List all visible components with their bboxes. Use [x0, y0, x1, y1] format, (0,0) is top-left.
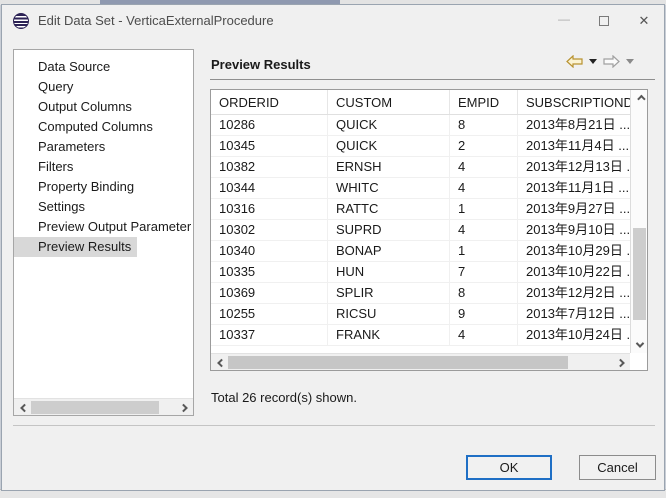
table-row[interactable]: 10255 RICSU 9 2013年7月12日 ... — [211, 304, 647, 325]
vertical-scrollbar-thumb[interactable] — [633, 228, 646, 320]
table-header-row: ORDERID CUSTOM EMPID SUBSCRIPTIOND — [211, 90, 647, 115]
sidebar-item-output-columns[interactable]: Output Columns — [14, 97, 193, 117]
eclipse-app-icon — [13, 13, 29, 29]
sidebar-item-settings[interactable]: Settings — [14, 197, 193, 217]
table-row[interactable]: 10316 RATTC 1 2013年9月27日 ... — [211, 199, 647, 220]
table-row[interactable]: 10340 BONAP 1 2013年10月29日 .. — [211, 241, 647, 262]
table-row[interactable]: 10344 WHITC 4 2013年11月1日 ... — [211, 178, 647, 199]
back-arrow-icon[interactable] — [566, 55, 583, 68]
sidebar-item-filters[interactable]: Filters — [14, 157, 193, 177]
sidebar-item-query[interactable]: Query — [14, 77, 193, 97]
column-header-empid[interactable]: EMPID — [450, 90, 518, 114]
column-header-custom[interactable]: CUSTOM — [328, 90, 450, 114]
back-dropdown-icon[interactable] — [589, 59, 597, 64]
sidebar-scrollbar-thumb[interactable] — [31, 401, 159, 414]
close-icon: ✕ — [639, 13, 650, 29]
maximize-button[interactable] — [584, 5, 624, 37]
sidebar-item-data-source[interactable]: Data Source — [14, 57, 193, 77]
heading-separator — [210, 79, 655, 80]
sidebar-list: Data SourceQueryOutput ColumnsComputed C… — [14, 50, 193, 257]
dialog-title: Edit Data Set - VerticaExternalProcedure — [38, 13, 274, 28]
close-button[interactable]: ✕ — [624, 5, 664, 37]
table-body: 10286 QUICK 8 2013年8月21日 ... 10345 QUICK… — [211, 115, 647, 346]
scroll-down-icon[interactable] — [631, 336, 648, 353]
table-row[interactable]: 10335 HUN 7 2013年10月22日 .. — [211, 262, 647, 283]
page-title: Preview Results — [211, 57, 311, 72]
scroll-right-icon[interactable] — [176, 399, 193, 416]
column-header-subscriptiond[interactable]: SUBSCRIPTIOND — [518, 90, 630, 114]
sidebar-panel: Data SourceQueryOutput ColumnsComputed C… — [13, 49, 194, 416]
record-count-text: Total 26 record(s) shown. — [211, 390, 357, 405]
scroll-left-icon[interactable] — [211, 354, 228, 371]
scroll-left-icon[interactable] — [14, 399, 31, 416]
screen: Edit Data Set - VerticaExternalProcedure… — [0, 0, 666, 498]
scroll-up-icon[interactable] — [631, 90, 648, 107]
sidebar-item-property-binding[interactable]: Property Binding — [14, 177, 193, 197]
table-row[interactable]: 10382 ERNSH 4 2013年12月13日 .. — [211, 157, 647, 178]
table-row[interactable]: 10286 QUICK 8 2013年8月21日 ... — [211, 115, 647, 136]
edit-data-set-dialog: Edit Data Set - VerticaExternalProcedure… — [1, 4, 665, 491]
table-row[interactable]: 10345 QUICK 2 2013年11月4日 ... — [211, 136, 647, 157]
preview-results-table: ORDERID CUSTOM EMPID SUBSCRIPTIOND 10286… — [210, 89, 648, 371]
scroll-right-icon[interactable] — [613, 354, 630, 371]
sidebar-horizontal-scrollbar[interactable] — [14, 398, 193, 415]
forward-dropdown-icon[interactable] — [626, 59, 634, 64]
horizontal-scrollbar-thumb[interactable] — [228, 356, 568, 369]
table-horizontal-scrollbar[interactable] — [211, 353, 630, 370]
title-bar[interactable]: Edit Data Set - VerticaExternalProcedure… — [2, 5, 664, 37]
table-row[interactable]: 10302 SUPRD 4 2013年9月10日 ... — [211, 220, 647, 241]
footer-separator — [13, 425, 655, 426]
ok-button[interactable]: OK — [466, 455, 552, 480]
cancel-button[interactable]: Cancel — [579, 455, 656, 480]
table-vertical-scrollbar[interactable] — [630, 90, 647, 353]
history-nav — [566, 55, 636, 68]
sidebar-item-parameters[interactable]: Parameters — [14, 137, 193, 157]
window-controls: — ✕ — [544, 5, 664, 37]
minimize-icon: — — [558, 12, 570, 26]
sidebar-item-computed-columns[interactable]: Computed Columns — [14, 117, 193, 137]
table-row[interactable]: 10369 SPLIR 8 2013年12月2日 ... — [211, 283, 647, 304]
sidebar-item-preview-results[interactable]: Preview Results — [14, 237, 137, 257]
maximize-icon — [599, 16, 609, 26]
sidebar-item-preview-output-parameter[interactable]: Preview Output Parameter — [14, 217, 193, 237]
table-row[interactable]: 10337 FRANK 4 2013年10月24日 .. — [211, 325, 647, 346]
forward-arrow-icon[interactable] — [603, 55, 620, 68]
column-header-orderid[interactable]: ORDERID — [211, 90, 328, 114]
minimize-button[interactable]: — — [544, 5, 584, 37]
